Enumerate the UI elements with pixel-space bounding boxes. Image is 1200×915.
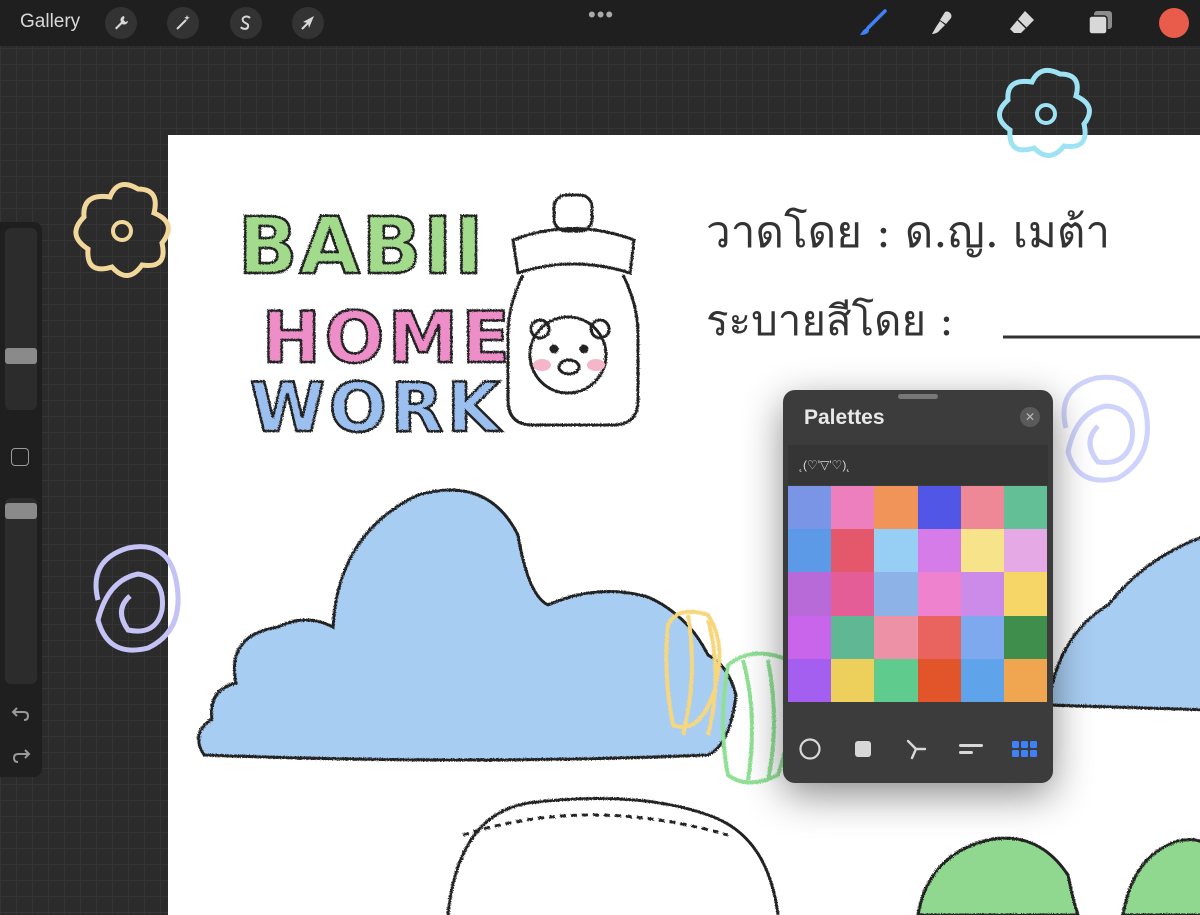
brush-size-slider[interactable] [5,228,37,410]
modify-button[interactable] [11,448,29,466]
undo-icon[interactable] [10,702,32,724]
purple-scribble-left [93,544,181,653]
classic-view-tab-icon[interactable] [847,733,879,765]
color-swatch[interactable] [960,572,1004,616]
color-swatch[interactable] [788,658,832,702]
left-sidebar [0,222,42,777]
baby-bottle-drawing [506,193,640,427]
more-options-button[interactable]: ••• [588,2,614,28]
eraser-icon[interactable] [1007,8,1037,38]
palettes-title: Palettes [804,406,885,429]
opacity-slider[interactable] [5,498,37,684]
cloud-drawing [197,488,738,762]
color-swatch[interactable] [917,486,961,530]
smudge-icon[interactable] [928,8,958,38]
close-icon[interactable]: ✕ [1020,407,1040,427]
cloud-drawing-right [1046,536,1200,712]
color-swatch[interactable] [960,658,1004,702]
color-swatch[interactable] [1003,572,1047,616]
color-swatch[interactable] [1003,529,1047,573]
colored-by-text: ระบายสีโดย : [706,296,954,345]
color-swatch[interactable] [788,572,832,616]
color-swatch[interactable] [960,486,1004,530]
green-shape-bottom-left [916,836,1080,915]
swatch-grid [788,486,1047,702]
layers-icon[interactable] [1085,8,1115,38]
color-swatch[interactable] [788,529,832,573]
wrench-icon[interactable] [105,7,137,39]
color-swatch[interactable] [831,529,875,573]
color-swatch[interactable] [960,615,1004,659]
color-swatch[interactable] [874,615,918,659]
color-swatch[interactable] [874,529,918,573]
top-toolbar: Gallery ••• [0,0,1200,46]
color-swatch[interactable] [788,615,832,659]
color-swatch[interactable] [960,529,1004,573]
yellow-flower-sticker [73,182,171,278]
purple-scribble-right [1061,374,1150,483]
drawn-by-text: วาดโดย : ด.ญ. เมต้า [706,207,1110,258]
color-swatch[interactable] [917,572,961,616]
brush-icon[interactable] [858,8,888,38]
brush-size-thumb[interactable] [5,348,37,364]
opacity-thumb[interactable] [5,503,37,519]
title-line-3: WORK [250,369,504,448]
current-color-button[interactable] [1159,8,1189,38]
color-swatch[interactable] [874,486,918,530]
value-view-tab-icon[interactable] [955,733,987,765]
green-shape-bottom-right [1121,838,1200,915]
color-view-tabs [783,733,1053,769]
harmony-view-tab-icon[interactable] [901,733,933,765]
color-swatch[interactable] [831,615,875,659]
redo-icon[interactable] [10,744,32,766]
blue-flower-sticker [997,67,1092,158]
magic-wand-icon[interactable] [167,7,199,39]
color-swatch[interactable] [1003,486,1047,530]
disc-view-tab-icon[interactable] [794,733,826,765]
panel-grabber[interactable] [898,394,938,399]
selection-s-icon[interactable] [230,7,262,39]
palette-name: ˛(♡'▽'♡)˛ [799,458,851,472]
bottom-drawings [446,797,780,915]
color-swatch[interactable] [917,615,961,659]
color-swatch[interactable] [874,658,918,702]
color-swatch[interactable] [831,658,875,702]
color-swatch[interactable] [917,658,961,702]
color-swatch[interactable] [788,486,832,530]
transform-arrow-icon[interactable] [292,7,324,39]
gallery-button[interactable]: Gallery [20,11,80,33]
palettes-panel[interactable]: Palettes ✕ ˛(♡'▽'♡)˛ [783,390,1053,783]
color-swatch[interactable] [1003,658,1047,702]
color-swatch[interactable] [917,529,961,573]
color-swatch[interactable] [831,572,875,616]
color-swatch[interactable] [831,486,875,530]
color-swatch[interactable] [874,572,918,616]
palette-header-row[interactable]: ˛(♡'▽'♡)˛ [788,445,1048,485]
palettes-grid-tab-icon[interactable] [1009,733,1041,765]
color-swatch[interactable] [1003,615,1047,659]
title-line-2: HOME [262,297,514,379]
title-line-1: BABII [238,202,485,292]
